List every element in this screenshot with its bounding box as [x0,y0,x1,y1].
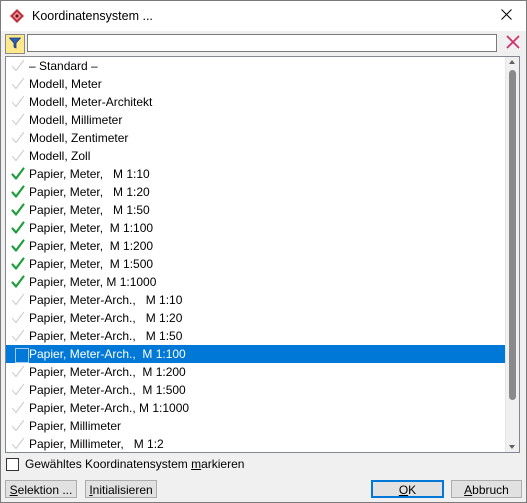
scrollbar-thumb[interactable] [509,70,516,400]
list-rows: – Standard – Modell, Meter Modell, Meter-A… [6,57,505,452]
checkmark-active-icon[interactable] [10,202,26,218]
filter-funnel-icon [8,37,22,52]
clear-filter-button[interactable] [503,34,522,53]
filter-input[interactable] [27,34,497,52]
list-item-label: Modell, Millimeter [29,113,123,127]
list-item-label: Papier, Meter, M 1:50 [29,203,150,217]
window-title: Koordinatensystem ... [32,9,153,23]
checkmark-active-icon[interactable] [10,256,26,272]
list-item[interactable]: Papier, Meter, M 1:100 [6,219,505,237]
filter-bar [5,34,522,54]
vertical-scrollbar[interactable] [505,57,519,452]
mark-selected-label: Gewähltes Koordinatensystem markieren [25,457,245,471]
checkmark-inactive-icon[interactable] [10,58,26,74]
selection-button[interactable]: Selektion ... [5,480,77,498]
list-item-label: Papier, Meter-Arch., M 1:20 [29,311,183,325]
checkmark-inactive-icon[interactable] [10,364,26,380]
list-item[interactable]: Modell, Millimeter [6,111,505,129]
checkmark-inactive-icon[interactable] [10,112,26,128]
dialog-window: Koordinatensystem ... – Standard – Model… [0,0,527,503]
list-item[interactable]: Papier, Millimeter [6,417,505,435]
title-bar[interactable]: Koordinatensystem ... [1,1,526,31]
checkmark-inactive-icon[interactable] [10,94,26,110]
checkmark-inactive-icon[interactable] [10,292,26,308]
list-item-label: Papier, Millimeter, M 1:2 [29,437,164,451]
list-item-label: Papier, Millimeter [29,419,122,433]
list-item-label: Modell, Zoll [29,149,91,163]
list-item[interactable]: Papier, Meter, M 1:10 [6,165,505,183]
coordinate-system-list[interactable]: – Standard – Modell, Meter Modell, Meter-A… [5,56,520,453]
list-item[interactable]: Modell, Zentimeter [6,129,505,147]
checkmark-inactive-icon[interactable] [10,382,26,398]
list-item-label: Modell, Meter-Architekt [29,95,153,109]
list-item-label: Modell, Zentimeter [29,131,129,145]
list-item[interactable]: – Standard – [6,57,505,75]
checkmark-active-icon[interactable] [10,274,26,290]
list-item[interactable]: Modell, Zoll [6,147,505,165]
checkmark-active-icon[interactable] [10,220,26,236]
list-item[interactable]: Papier, Meter-Arch., M 1:500 [6,381,505,399]
checkmark-inactive-icon[interactable] [10,310,26,326]
list-item-label: Papier, Meter-Arch., M 1:50 [29,329,183,343]
list-item-label: Papier, Meter, M 1:1000 [29,275,157,289]
list-item[interactable]: Papier, Meter, M 1:20 [6,183,505,201]
list-item-label: Papier, Meter-Arch., M 1:500 [29,383,186,397]
list-item[interactable]: Papier, Meter-Arch., M 1:10 [6,291,505,309]
scroll-down-arrow-icon[interactable] [509,445,515,449]
app-diamond-icon [10,9,24,23]
list-item[interactable]: Papier, Meter-Arch., M 1:200 [6,363,505,381]
checkmark-inactive-icon[interactable] [10,418,26,434]
list-item[interactable]: Papier, Meter, M 1:500 [6,255,505,273]
checkmark-active-icon[interactable] [10,238,26,254]
list-item[interactable]: Papier, Meter, M 1:1000 [6,273,505,291]
list-item[interactable]: Papier, Meter-Arch., M 1:1000 [6,399,505,417]
mark-selected-option[interactable]: Gewähltes Koordinatensystem markieren [6,457,244,471]
list-item[interactable]: Papier, Meter-Arch., M 1:100 [6,345,505,363]
list-item-label: Papier, Meter-Arch., M 1:10 [29,293,183,307]
list-item-label: Papier, Meter, M 1:200 [29,239,154,253]
mark-selected-checkbox[interactable] [6,457,19,471]
list-item-label: Papier, Meter, M 1:20 [29,185,150,199]
checkmark-inactive-icon[interactable] [10,148,26,164]
scroll-up-arrow-icon[interactable] [509,60,515,64]
list-item-label: Papier, Meter-Arch., M 1:100 [29,347,186,361]
checkmark-inactive-icon[interactable] [10,400,26,416]
list-item-label: Papier, Meter, M 1:100 [29,221,154,235]
checkmark-inactive-icon[interactable] [10,436,26,452]
list-item-label: Papier, Meter, M 1:10 [29,167,150,181]
list-item[interactable]: Papier, Meter, M 1:200 [6,237,505,255]
checkmark-active-icon[interactable] [10,166,26,182]
list-item[interactable]: Papier, Meter-Arch., M 1:20 [6,309,505,327]
list-item-label: – Standard – [29,59,98,73]
checkmark-inactive-icon[interactable] [10,76,26,92]
list-item[interactable]: Papier, Meter, M 1:50 [6,201,505,219]
list-item[interactable]: Modell, Meter-Architekt [6,93,505,111]
list-item-label: Papier, Meter-Arch., M 1:200 [29,365,186,379]
list-item[interactable]: Papier, Meter-Arch., M 1:50 [6,327,505,345]
list-item[interactable]: Papier, Millimeter, M 1:2 [6,435,505,452]
checkmark-active-icon[interactable] [10,184,26,200]
initialize-button[interactable]: Initialisieren [85,480,157,498]
checkmark-inactive-icon[interactable] [10,328,26,344]
ok-button[interactable]: OK [371,480,444,498]
checkmark-inactive-icon[interactable] [10,130,26,146]
close-icon [500,9,512,23]
list-item-label: Modell, Meter [29,77,102,91]
filter-toggle-button[interactable] [5,34,25,54]
list-item[interactable]: Modell, Meter [6,75,505,93]
clear-x-icon [505,35,520,52]
list-item-label: Papier, Meter, M 1:500 [29,257,154,271]
list-item-label: Papier, Meter-Arch., M 1:1000 [29,401,190,415]
cancel-button[interactable]: Abbruch [451,480,522,498]
close-button[interactable] [486,1,526,31]
selection-box-icon[interactable] [10,346,29,363]
